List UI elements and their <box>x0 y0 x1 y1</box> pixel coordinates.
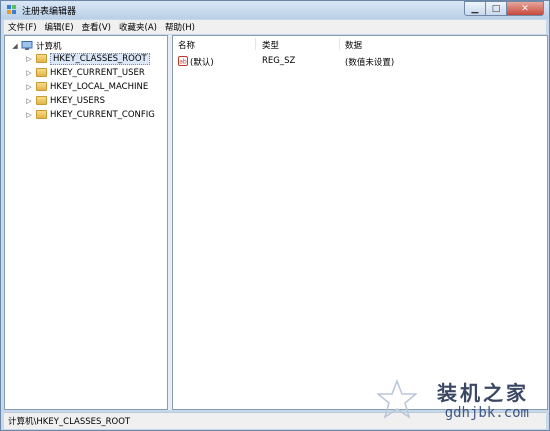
menu-file[interactable]: 文件(F) <box>4 21 41 33</box>
tree-item-label: HKEY_CURRENT_CONFIG <box>50 109 155 120</box>
svg-text:ab: ab <box>179 59 187 66</box>
registry-editor-icon <box>7 5 16 14</box>
maximize-button[interactable]: □ <box>486 1 507 16</box>
folder-icon <box>36 82 47 91</box>
tree-item-label: HKEY_CLASSES_ROOT <box>50 52 150 65</box>
expand-arrow-icon[interactable]: ▷ <box>25 97 33 105</box>
column-divider[interactable] <box>339 38 340 50</box>
star-icon <box>377 379 417 419</box>
folder-icon <box>36 96 47 105</box>
tree-item-hkey-current-config[interactable]: ▷ HKEY_CURRENT_CONFIG <box>25 108 155 121</box>
status-path: 计算机\HKEY_CLASSES_ROOT <box>8 417 131 427</box>
watermark-title: 装机之家 <box>437 381 529 405</box>
tree-item-hkey-current-user[interactable]: ▷ HKEY_CURRENT_USER <box>25 66 145 79</box>
column-header-type[interactable]: 类型 <box>262 39 279 51</box>
close-button[interactable]: ✕ <box>507 1 544 16</box>
menu-favorites[interactable]: 收藏夹(A) <box>115 21 161 33</box>
tree-item-hkey-local-machine[interactable]: ▷ HKEY_LOCAL_MACHINE <box>25 80 148 93</box>
folder-icon <box>36 110 47 119</box>
menu-edit[interactable]: 编辑(E) <box>41 21 78 33</box>
value-type-cell: REG_SZ <box>262 56 296 66</box>
minimize-icon: ▁ <box>471 3 479 14</box>
tree-item-hkey-classes-root[interactable]: ▷ HKEY_CLASSES_ROOT <box>25 52 150 65</box>
folder-icon <box>36 54 47 63</box>
column-header-data[interactable]: 数据 <box>345 39 362 51</box>
tree-item-label: HKEY_LOCAL_MACHINE <box>50 81 149 92</box>
menu-view[interactable]: 查看(V) <box>78 21 115 33</box>
tree-item-hkey-users[interactable]: ▷ HKEY_USERS <box>25 94 105 107</box>
folder-icon <box>36 68 47 77</box>
window-title: 注册表编辑器 <box>22 7 77 17</box>
values-list-pane[interactable]: 名称 类型 数据 ab (默认) REG_SZ (数值未设置) <box>172 35 548 410</box>
maximize-icon: □ <box>491 3 501 14</box>
minimize-button[interactable]: ▁ <box>464 1 486 16</box>
tree-root-label: 计算机 <box>36 41 62 52</box>
computer-icon <box>21 40 33 50</box>
collapse-arrow-icon[interactable]: ◢ <box>11 42 19 50</box>
menu-help[interactable]: 帮助(H) <box>161 21 199 33</box>
expand-arrow-icon[interactable]: ▷ <box>25 111 33 119</box>
key-tree-pane[interactable]: ◢ 计算机 ▷ HKEY_CLASSES_ROOT ▷ HKEY_CURRENT… <box>4 35 168 410</box>
tree-item-label: HKEY_USERS <box>50 95 106 106</box>
registry-editor-window: 注册表编辑器 ▁ □ ✕ 文件(F) 编辑(E) 查看(V) 收藏夹(A) 帮助… <box>0 0 550 431</box>
menu-bar: 文件(F) 编辑(E) 查看(V) 收藏夹(A) 帮助(H) <box>4 20 546 34</box>
string-value-icon: ab <box>178 56 188 66</box>
watermark-url: gdhjbk.com <box>444 405 529 421</box>
tree-root-computer[interactable]: ◢ 计算机 <box>11 39 62 52</box>
close-icon: ✕ <box>521 3 529 14</box>
expand-arrow-icon[interactable]: ▷ <box>25 55 33 63</box>
expand-arrow-icon[interactable]: ▷ <box>25 69 33 77</box>
column-header-name[interactable]: 名称 <box>178 39 195 51</box>
value-name-cell[interactable]: (默认) <box>190 56 214 68</box>
value-data-cell: (数值未设置) <box>345 58 395 68</box>
title-bar[interactable]: 注册表编辑器 ▁ □ ✕ <box>1 1 549 19</box>
expand-arrow-icon[interactable]: ▷ <box>25 83 33 91</box>
column-divider[interactable] <box>255 38 256 50</box>
tree-item-label: HKEY_CURRENT_USER <box>50 67 145 78</box>
watermark: 装机之家 gdhjbk.com <box>377 377 537 425</box>
